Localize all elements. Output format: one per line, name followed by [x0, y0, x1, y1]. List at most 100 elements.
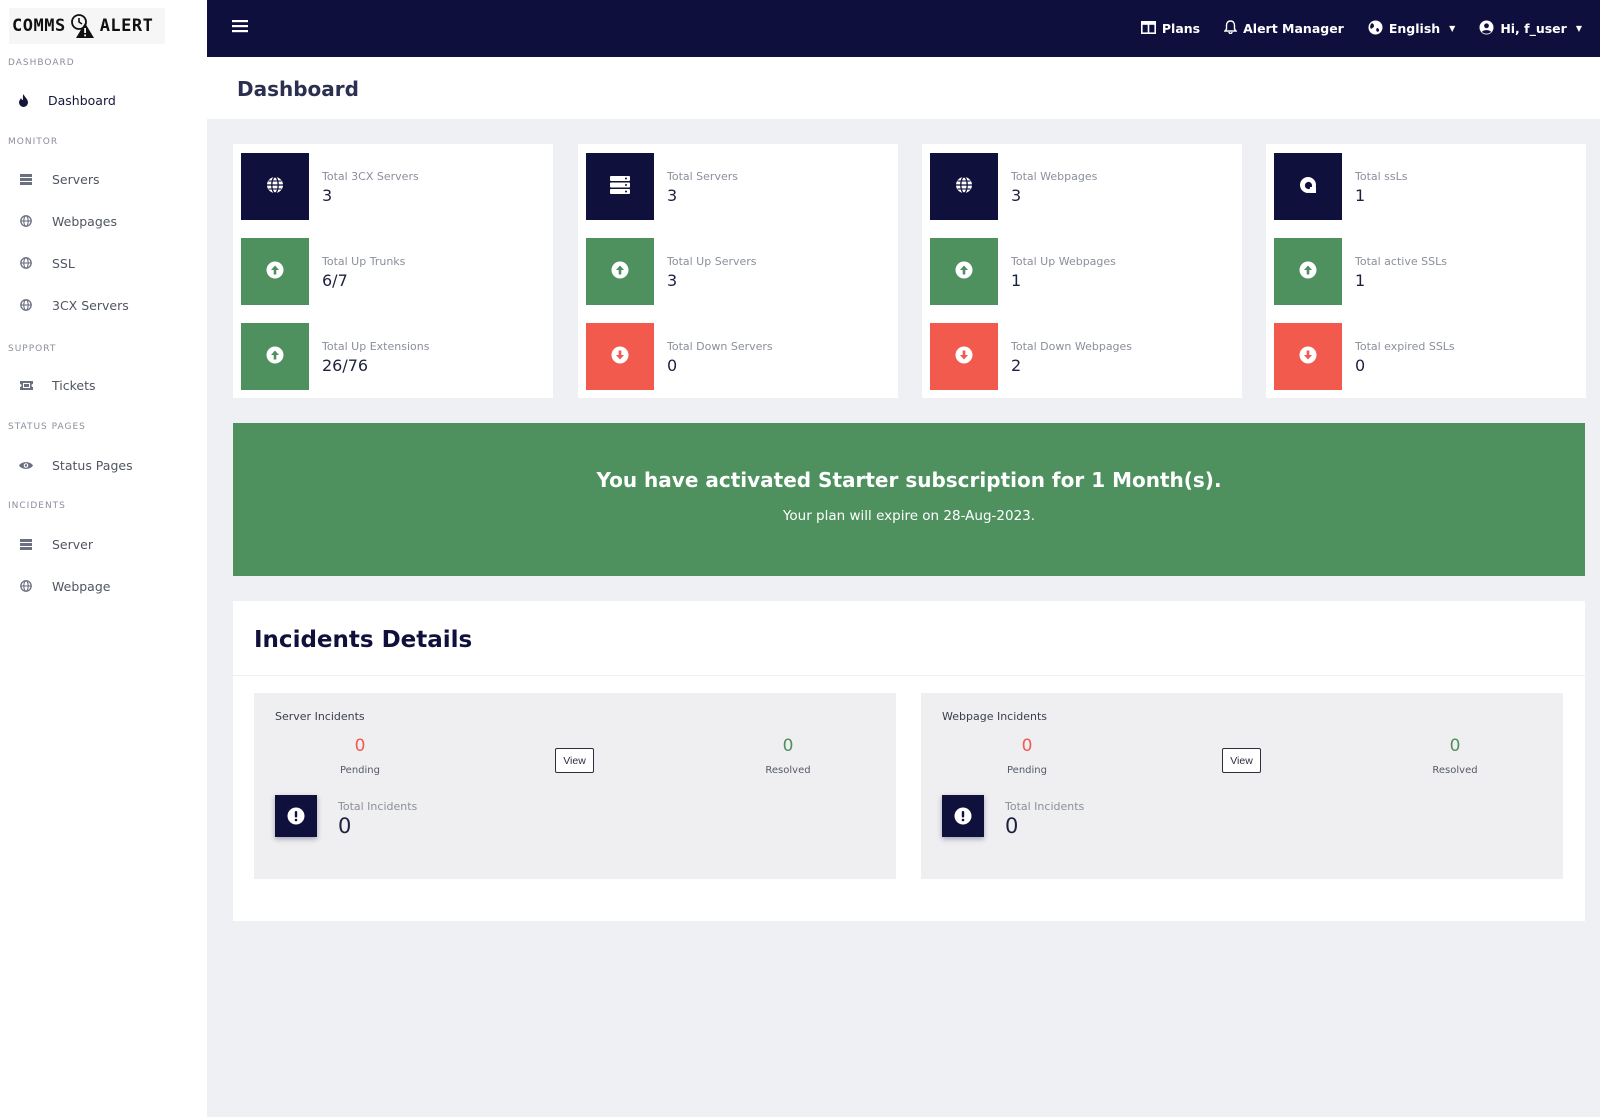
resolved-count: 0: [1449, 736, 1461, 756]
sidebar-item-webpages[interactable]: Webpages: [0, 204, 207, 238]
webpage-incidents-panel: Webpage Incidents 0 Pending View 0 Resol…: [921, 693, 1563, 879]
stat-icon-box: [586, 323, 654, 390]
sidebar-item-server[interactable]: Server: [0, 527, 207, 561]
language-dropdown[interactable]: English ▼: [1368, 20, 1455, 38]
arrow-up-circle-icon: [266, 346, 284, 368]
stat-label: Total Up Trunks: [322, 255, 406, 268]
ticket-icon: [19, 378, 33, 392]
stat-label: Total Down Webpages: [1011, 340, 1133, 353]
stat-label: Total Down Servers: [667, 340, 773, 353]
page-title: Dashboard: [237, 77, 359, 101]
stat-total-down-webpages[interactable]: Total Down Webpages 2: [930, 323, 1230, 390]
globe-icon: [266, 175, 284, 198]
stat-value: 1: [1355, 271, 1366, 290]
sidebar-item-status-pages[interactable]: Status Pages: [0, 448, 207, 482]
ssl-certificate-icon: [1299, 176, 1317, 198]
panel-title: Webpage Incidents: [942, 710, 1048, 723]
total-incidents-label: Total Incidents: [338, 800, 418, 813]
sidebar-item-tickets[interactable]: Tickets: [0, 368, 207, 402]
banner-subtitle: Your plan will expire on 28-Aug-2023.: [782, 508, 1036, 524]
bell-icon: [1223, 20, 1238, 37]
section-title-status-pages: STATUS PAGES: [8, 422, 86, 432]
stat-value: 0: [667, 356, 678, 375]
stat-icon-box: [241, 323, 309, 390]
sidebar-item-ssl[interactable]: SSL: [0, 246, 207, 280]
view-webpage-incidents-button[interactable]: View: [1222, 748, 1261, 773]
resolved-label: Resolved: [1432, 765, 1478, 776]
stat-total-up-extensions[interactable]: Total Up Extensions 26/76: [241, 323, 541, 390]
pending-label: Pending: [340, 765, 380, 776]
stat-total-webpages[interactable]: Total Webpages 3: [930, 153, 1230, 220]
stat-value: 2: [1011, 356, 1022, 375]
language-label: English: [1388, 21, 1441, 36]
plans-label: Plans: [1161, 21, 1201, 36]
eye-icon: [19, 458, 33, 472]
stat-total-expired-ssls[interactable]: Total expired SSLs 0: [1274, 323, 1574, 390]
sidebar-item-label: Webpages: [52, 213, 117, 229]
stat-icon-box: [930, 238, 998, 305]
total-incidents-label: Total Incidents: [1005, 800, 1085, 813]
app-logo[interactable]: COMMS ALERT: [9, 8, 165, 44]
caret-down-icon: ▼: [1449, 24, 1456, 33]
stat-total-down-servers[interactable]: Total Down Servers 0: [586, 323, 886, 390]
sidebar-item-3cx-servers[interactable]: 3CX Servers: [0, 288, 207, 322]
stat-value: 3: [667, 271, 678, 290]
sidebar-item-webpage[interactable]: Webpage: [0, 569, 207, 603]
stat-total-up-webpages[interactable]: Total Up Webpages 1: [930, 238, 1230, 305]
arrow-down-circle-icon: [1299, 346, 1317, 368]
server-icon: [610, 175, 630, 198]
plans-link[interactable]: Plans: [1140, 20, 1201, 37]
sidebar-item-servers[interactable]: Servers: [0, 162, 207, 196]
pending-count: 0: [354, 736, 366, 756]
sidebar-item-label: 3CX Servers: [52, 297, 129, 313]
alert-logo-icon: [70, 13, 96, 39]
stat-total-ssls[interactable]: Total ssLs 1: [1274, 153, 1574, 220]
sidebar-item-label: Servers: [52, 171, 100, 187]
stat-label: Total active SSLs: [1355, 255, 1447, 268]
stat-total-active-ssls[interactable]: Total active SSLs 1: [1274, 238, 1574, 305]
sidebar-item-dashboard[interactable]: Dashboard: [0, 83, 207, 117]
sidebar-item-label: Dashboard: [48, 92, 116, 108]
hamburger-menu-icon[interactable]: [232, 18, 250, 36]
top-nav: Plans Alert Manager English ▼ Hi, f_user…: [1140, 0, 1582, 57]
pending-label: Pending: [1007, 765, 1047, 776]
stat-value: 3: [322, 186, 333, 205]
stat-icon-box: [1274, 323, 1342, 390]
stat-value: 3: [667, 186, 678, 205]
stat-icon-box: [241, 238, 309, 305]
card-servers: Total Servers 3 Total Up Servers 3 Total…: [578, 144, 898, 398]
alert-manager-link[interactable]: Alert Manager: [1223, 20, 1344, 37]
server-incidents-panel: Server Incidents 0 Pending View 0 Resolv…: [254, 693, 896, 879]
sidebar-item-label: Webpage: [52, 578, 111, 594]
stat-value: 3: [1011, 186, 1022, 205]
exclamation-circle-icon: [942, 795, 984, 837]
view-server-incidents-button[interactable]: View: [555, 748, 594, 773]
stat-total-3cx-servers[interactable]: Total 3CX Servers 3: [241, 153, 541, 220]
panel-title: Server Incidents: [275, 710, 365, 723]
sidebar-item-label: Server: [52, 536, 93, 552]
stat-label: Total Webpages: [1011, 170, 1098, 183]
user-menu[interactable]: Hi, f_user ▼: [1479, 20, 1582, 38]
section-title-incidents: INCIDENTS: [8, 501, 66, 511]
user-greeting: Hi, f_user: [1500, 21, 1567, 36]
globe-icon: [955, 175, 973, 198]
section-title-support: SUPPORT: [8, 344, 57, 354]
total-incidents-value: 0: [338, 814, 352, 838]
section-title-dashboard: DASHBOARD: [8, 58, 75, 68]
server-icon: [19, 537, 33, 551]
stat-icon-box: [930, 153, 998, 220]
stat-total-up-servers[interactable]: Total Up Servers 3: [586, 238, 886, 305]
globe-icon: [1368, 20, 1383, 38]
stat-label: Total Up Extensions: [322, 340, 430, 353]
stat-value: 26/76: [322, 356, 369, 375]
server-icon: [19, 172, 33, 186]
globe-icon: [19, 579, 33, 593]
stat-total-servers[interactable]: Total Servers 3: [586, 153, 886, 220]
stat-label: Total Up Webpages: [1011, 255, 1116, 268]
stat-total-up-trunks[interactable]: Total Up Trunks 6/7: [241, 238, 541, 305]
stat-icon-box: [241, 153, 309, 220]
incidents-details-card: Incidents Details Server Incidents 0 Pen…: [233, 601, 1585, 921]
globe-icon: [19, 256, 33, 270]
logo-text-left: COMMS: [12, 16, 66, 36]
sidebar-item-label: Status Pages: [52, 457, 133, 473]
